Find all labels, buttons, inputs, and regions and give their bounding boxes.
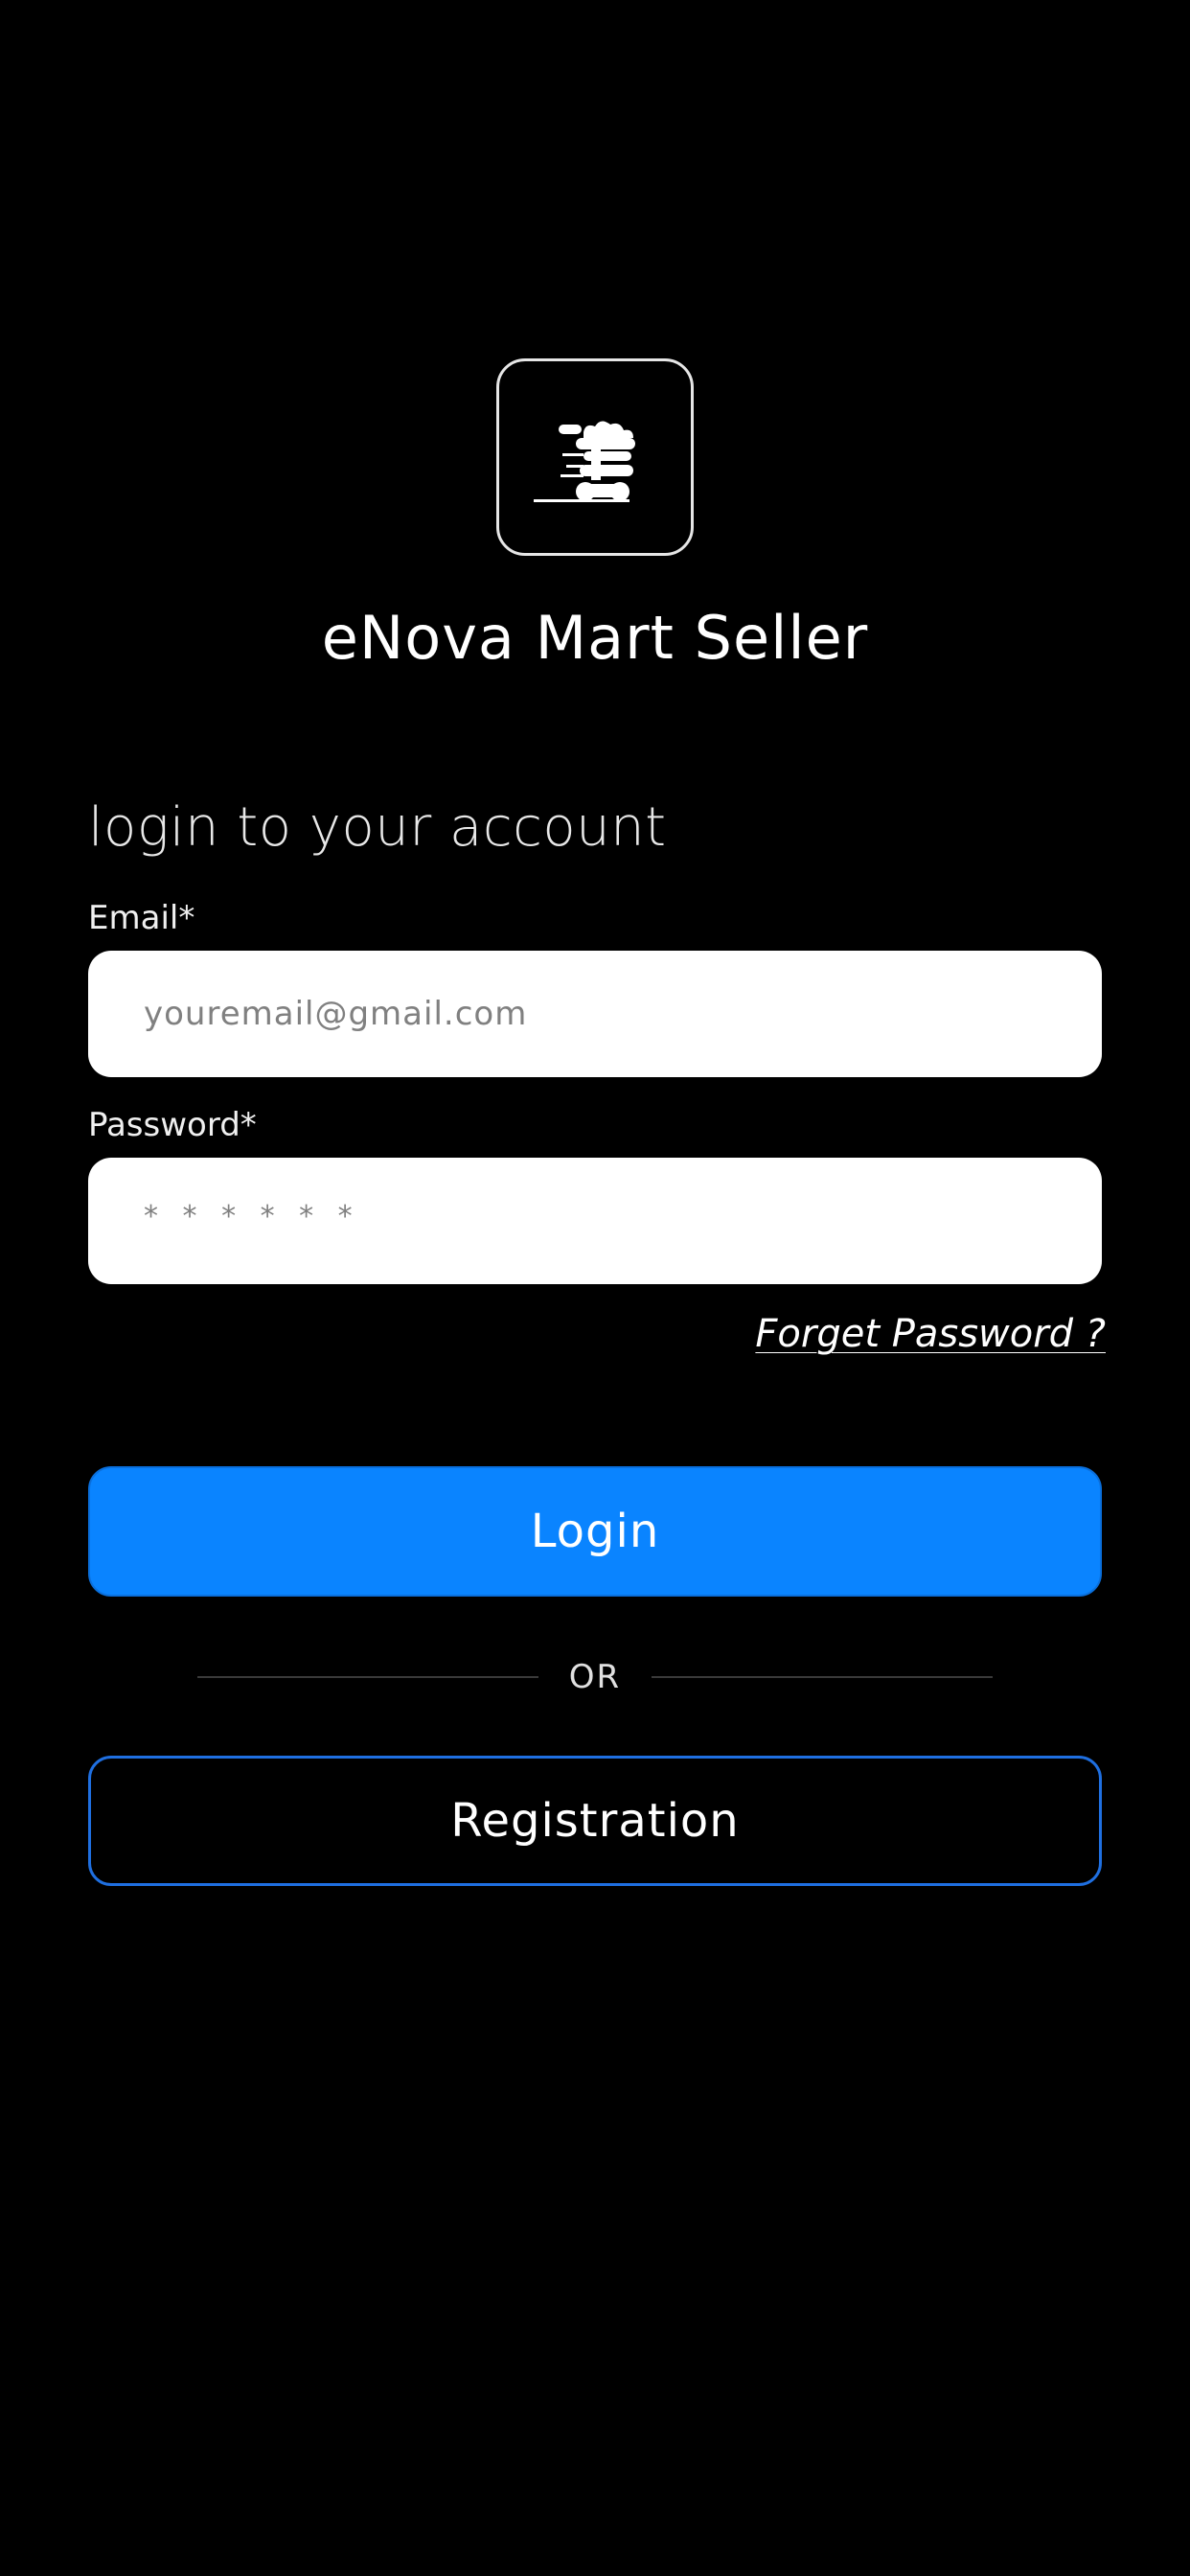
fast-cart-icon xyxy=(534,421,635,502)
password-label: Password* xyxy=(88,1106,257,1144)
app-logo xyxy=(496,358,694,556)
divider-line-right xyxy=(652,1676,993,1678)
email-placeholder: youremail@gmail.com xyxy=(144,995,528,1033)
app-title: eNova Mart Seller xyxy=(321,603,869,673)
email-field[interactable]: youremail@gmail.com xyxy=(88,951,1102,1077)
login-heading: login to your account xyxy=(88,796,667,859)
password-placeholder: * * * * * * xyxy=(144,1200,360,1233)
divider-or-text: OR xyxy=(568,1658,622,1696)
login-button[interactable]: Login xyxy=(88,1466,1102,1597)
password-field[interactable]: * * * * * * xyxy=(88,1158,1102,1284)
forgot-password-link[interactable]: Forget Password ? xyxy=(755,1307,1106,1361)
divider-line-left xyxy=(197,1676,538,1678)
registration-button[interactable]: Registration xyxy=(88,1756,1102,1886)
email-label: Email* xyxy=(88,899,195,937)
